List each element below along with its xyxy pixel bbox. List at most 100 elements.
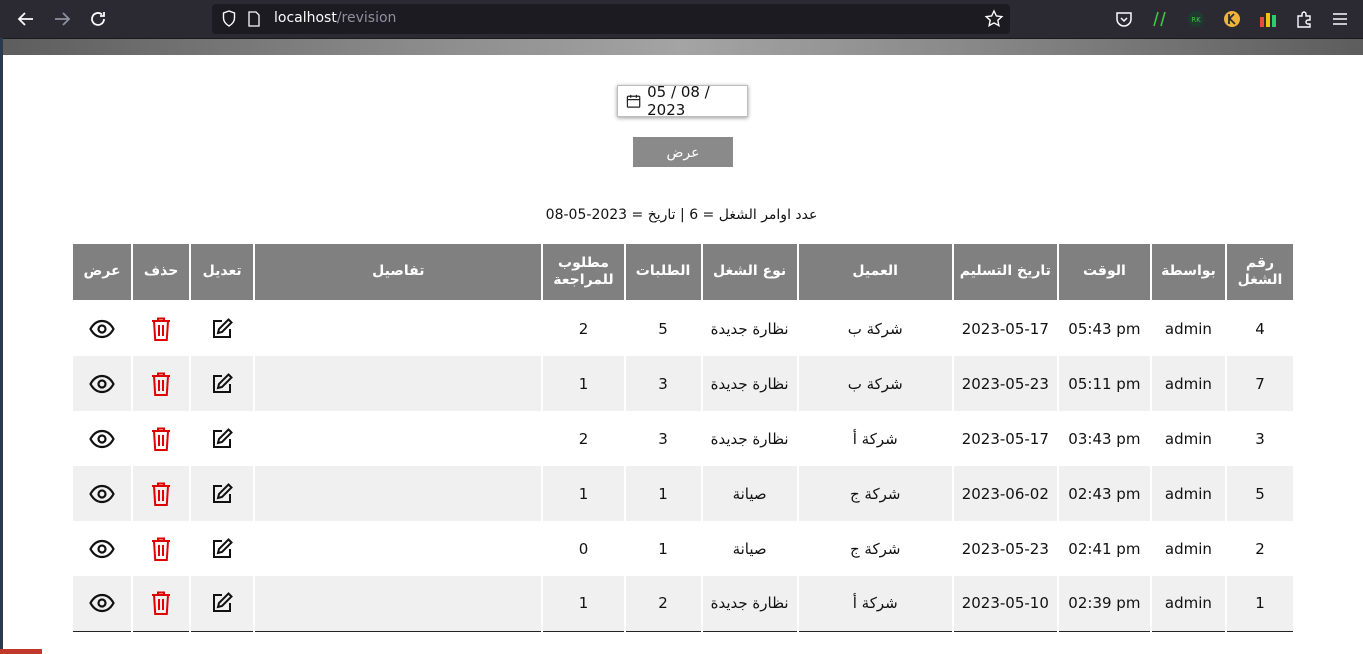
cell-orders: 5 <box>623 301 703 356</box>
cell-review-required: 1 <box>541 356 626 411</box>
trash-icon[interactable] <box>149 316 173 342</box>
header-strip <box>0 38 1363 55</box>
cell-time: 05:11 pm <box>1056 356 1152 411</box>
browser-toolbar: localhost/revision RK <box>0 0 1363 38</box>
eye-icon[interactable] <box>89 539 115 559</box>
cell-time: 03:43 pm <box>1056 411 1152 466</box>
cell-time: 05:43 pm <box>1056 301 1152 356</box>
eye-icon[interactable] <box>89 593 115 613</box>
url-path: /revision <box>336 10 397 26</box>
edit-icon[interactable] <box>210 372 234 396</box>
extension-k-icon[interactable] <box>1222 9 1242 29</box>
cell-edit <box>189 411 256 466</box>
eye-icon[interactable] <box>89 319 115 339</box>
cell-view <box>70 411 134 466</box>
url-text[interactable]: localhost/revision <box>274 10 396 26</box>
cell-delivery-date: 2023-06-02 <box>951 466 1059 521</box>
url-host: localhost <box>274 10 337 26</box>
date-input[interactable]: 05 / 08 / 2023 <box>617 83 748 119</box>
cell-details <box>253 576 544 632</box>
cell-edit <box>189 356 256 411</box>
show-button[interactable]: عرض <box>633 137 733 167</box>
header-delivery-date: تاريخ التسليم <box>951 242 1059 302</box>
cell-by: admin <box>1149 356 1227 411</box>
forward-arrow-icon[interactable] <box>50 7 74 31</box>
job-orders-table: رقم الشغل بواسطة الوقت تاريخ التسليم الع… <box>70 242 1296 632</box>
address-bar[interactable]: localhost/revision <box>212 4 1010 34</box>
table-row: 4 admin 05:43 pm 2023-05-17 شركة ب نظارة… <box>70 301 1296 356</box>
cell-time: 02:43 pm <box>1056 466 1152 521</box>
extension-bars-icon[interactable] <box>1258 9 1278 29</box>
cell-edit <box>189 521 256 576</box>
edit-icon[interactable] <box>210 427 234 451</box>
cell-edit <box>189 466 256 521</box>
cell-orders: 3 <box>623 356 703 411</box>
cell-job-type: نظارة جديدة <box>700 356 799 411</box>
edit-icon[interactable] <box>210 591 234 615</box>
cell-orders: 2 <box>623 576 703 632</box>
cell-client: شركة ب <box>796 356 954 411</box>
table-row: 1 admin 02:39 pm 2023-05-10 شركة أ نظارة… <box>70 576 1296 632</box>
cell-job-no: 3 <box>1224 411 1296 466</box>
header-details: تفاصيل <box>253 242 544 302</box>
cell-review-required: 2 <box>541 411 626 466</box>
cell-job-type: نظارة جديدة <box>700 576 799 632</box>
eye-icon[interactable] <box>89 374 115 394</box>
cell-review-required: 2 <box>541 301 626 356</box>
edit-icon[interactable] <box>210 317 234 341</box>
cell-delivery-date: 2023-05-23 <box>951 521 1059 576</box>
back-arrow-icon[interactable] <box>14 7 38 31</box>
table-header-row: رقم الشغل بواسطة الوقت تاريخ التسليم الع… <box>70 242 1296 302</box>
trash-icon[interactable] <box>149 481 173 507</box>
cell-by: admin <box>1149 521 1227 576</box>
cell-client: شركة ج <box>796 521 954 576</box>
cell-delivery-date: 2023-05-23 <box>951 356 1059 411</box>
header-job-no: رقم الشغل <box>1224 242 1296 302</box>
table-row: 5 admin 02:43 pm 2023-06-02 شركة ج صيانة… <box>70 466 1296 521</box>
extension-rk-icon[interactable]: RK <box>1186 9 1206 29</box>
bookmark-star-icon[interactable] <box>984 9 1004 29</box>
edit-icon[interactable] <box>210 537 234 561</box>
edit-icon[interactable] <box>210 482 234 506</box>
calendar-icon[interactable] <box>626 93 641 109</box>
extensions-puzzle-icon[interactable] <box>1294 9 1314 29</box>
cell-by: admin <box>1149 576 1227 632</box>
cell-job-no: 4 <box>1224 301 1296 356</box>
trash-icon[interactable] <box>149 536 173 562</box>
cell-job-no: 2 <box>1224 521 1296 576</box>
header-review-required: مطلوب للمراجعة <box>541 242 626 302</box>
reload-icon[interactable] <box>86 7 110 31</box>
cell-delete <box>131 466 192 521</box>
menu-icon[interactable] <box>1330 9 1350 29</box>
trash-icon[interactable] <box>149 426 173 452</box>
cell-delete <box>131 411 192 466</box>
cell-client: شركة ب <box>796 301 954 356</box>
header-job-type: نوع الشغل <box>700 242 799 302</box>
cell-edit <box>189 576 256 632</box>
header-by: بواسطة <box>1149 242 1227 302</box>
pocket-icon[interactable] <box>1114 9 1134 29</box>
header-time: الوقت <box>1056 242 1152 302</box>
cell-delete <box>131 521 192 576</box>
header-orders: الطلبات <box>623 242 703 302</box>
cell-delete <box>131 301 192 356</box>
shield-icon[interactable] <box>222 10 236 27</box>
cell-review-required: 0 <box>541 521 626 576</box>
cell-time: 02:39 pm <box>1056 576 1152 632</box>
cell-job-type: صيانة <box>700 521 799 576</box>
eye-icon[interactable] <box>89 484 115 504</box>
cell-client: شركة ج <box>796 466 954 521</box>
cell-details <box>253 356 544 411</box>
cell-job-type: نظارة جديدة <box>700 301 799 356</box>
trash-icon[interactable] <box>149 590 173 616</box>
cell-details <box>253 301 544 356</box>
trash-icon[interactable] <box>149 371 173 397</box>
cell-view <box>70 466 134 521</box>
eye-icon[interactable] <box>89 429 115 449</box>
extension-slash-icon[interactable] <box>1150 9 1170 29</box>
header-edit: تعديل <box>189 242 256 302</box>
cell-by: admin <box>1149 301 1227 356</box>
left-edge <box>0 38 3 654</box>
cell-details <box>253 521 544 576</box>
table-row: 3 admin 03:43 pm 2023-05-17 شركة أ نظارة… <box>70 411 1296 466</box>
